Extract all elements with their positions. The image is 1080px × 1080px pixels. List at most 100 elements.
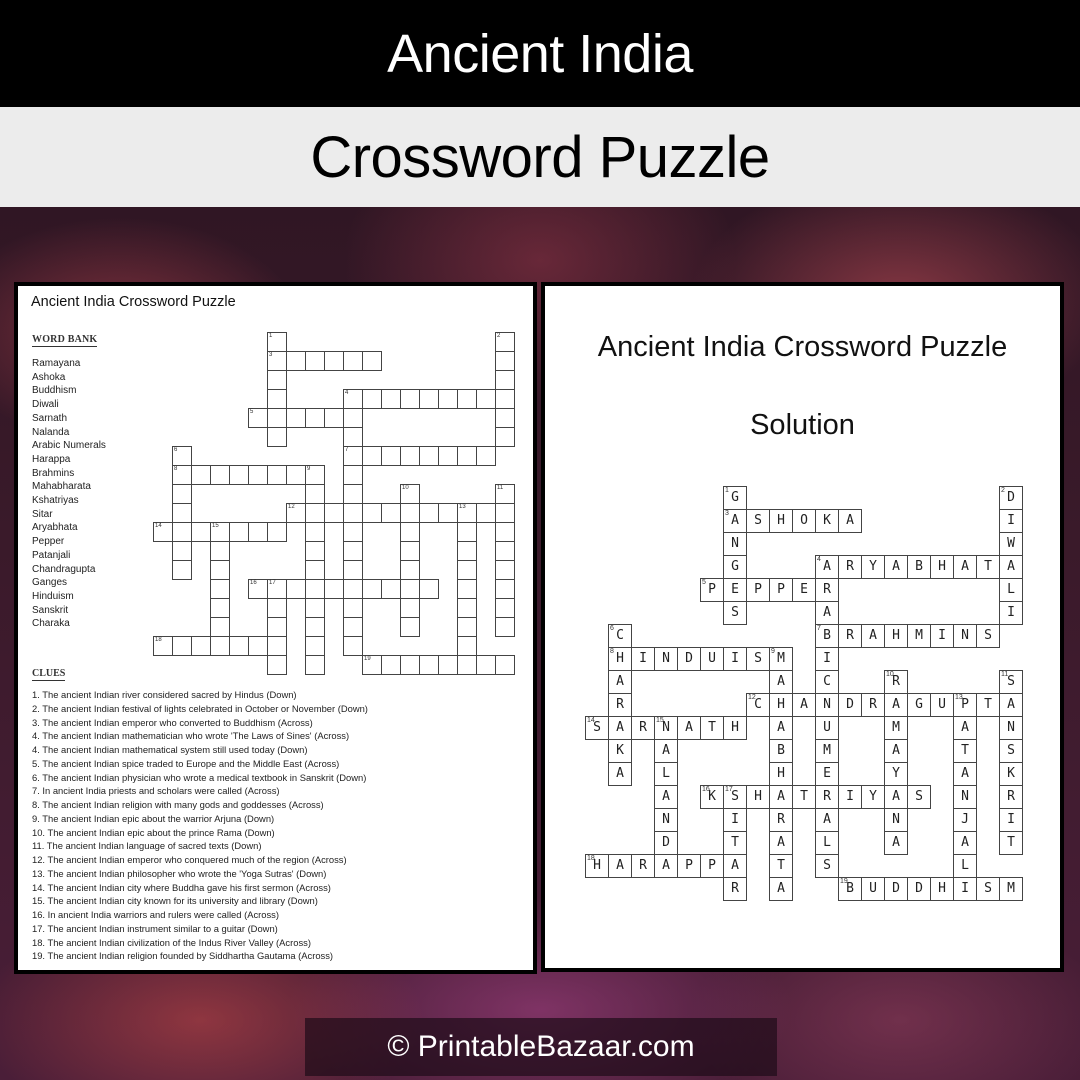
grid-cell[interactable] xyxy=(381,446,401,466)
grid-cell[interactable] xyxy=(343,427,363,447)
grid-cell[interactable] xyxy=(343,351,363,371)
grid-cell[interactable] xyxy=(343,465,363,485)
grid-cell[interactable] xyxy=(267,370,287,390)
grid-cell[interactable] xyxy=(400,541,420,561)
grid-cell[interactable] xyxy=(343,617,363,637)
grid-cell[interactable] xyxy=(343,522,363,542)
grid-cell[interactable] xyxy=(343,636,363,656)
grid-cell[interactable] xyxy=(495,503,515,523)
grid-cell[interactable] xyxy=(267,408,287,428)
grid-cell[interactable] xyxy=(305,598,325,618)
grid-cell[interactable] xyxy=(400,617,420,637)
grid-cell[interactable] xyxy=(305,655,325,675)
grid-cell[interactable] xyxy=(419,446,439,466)
grid-cell[interactable] xyxy=(381,655,401,675)
grid-cell[interactable] xyxy=(172,522,192,542)
grid-cell[interactable] xyxy=(495,522,515,542)
grid-cell[interactable] xyxy=(419,579,439,599)
grid-cell[interactable] xyxy=(400,522,420,542)
grid-cell[interactable] xyxy=(305,408,325,428)
grid-cell[interactable] xyxy=(267,389,287,409)
grid-cell[interactable] xyxy=(495,560,515,580)
grid-cell[interactable]: 13 xyxy=(457,503,477,523)
grid-cell[interactable] xyxy=(476,389,496,409)
grid-cell[interactable] xyxy=(457,522,477,542)
grid-cell[interactable] xyxy=(191,465,211,485)
grid-cell[interactable]: 3 xyxy=(267,351,287,371)
grid-cell[interactable] xyxy=(362,503,382,523)
grid-cell[interactable]: 19 xyxy=(362,655,382,675)
grid-cell[interactable] xyxy=(495,427,515,447)
grid-cell[interactable] xyxy=(267,598,287,618)
grid-cell[interactable]: 14 xyxy=(153,522,173,542)
grid-cell[interactable] xyxy=(305,541,325,561)
grid-cell[interactable]: 8 xyxy=(172,465,192,485)
grid-cell[interactable] xyxy=(324,579,344,599)
grid-cell[interactable] xyxy=(495,655,515,675)
grid-cell[interactable]: 15 xyxy=(210,522,230,542)
grid-cell[interactable] xyxy=(305,617,325,637)
grid-cell[interactable]: 11 xyxy=(495,484,515,504)
grid-cell[interactable] xyxy=(419,389,439,409)
grid-cell[interactable] xyxy=(400,579,420,599)
grid-cell[interactable] xyxy=(172,503,192,523)
grid-cell[interactable] xyxy=(343,560,363,580)
grid-cell[interactable] xyxy=(438,503,458,523)
grid-cell[interactable] xyxy=(248,465,268,485)
grid-cell[interactable] xyxy=(362,446,382,466)
grid-cell[interactable] xyxy=(267,522,287,542)
grid-cell[interactable] xyxy=(191,522,211,542)
grid-cell[interactable] xyxy=(191,636,211,656)
grid-cell[interactable] xyxy=(305,560,325,580)
grid-cell[interactable] xyxy=(343,503,363,523)
grid-cell[interactable] xyxy=(381,389,401,409)
grid-cell[interactable] xyxy=(229,522,249,542)
grid-cell[interactable] xyxy=(305,522,325,542)
grid-cell[interactable]: 18 xyxy=(153,636,173,656)
grid-cell[interactable] xyxy=(305,579,325,599)
grid-cell[interactable] xyxy=(495,351,515,371)
grid-cell[interactable] xyxy=(343,598,363,618)
grid-cell[interactable] xyxy=(457,579,477,599)
grid-cell[interactable] xyxy=(457,655,477,675)
grid-cell[interactable] xyxy=(210,636,230,656)
grid-cell[interactable] xyxy=(286,351,306,371)
grid-cell[interactable] xyxy=(476,446,496,466)
grid-cell[interactable] xyxy=(267,617,287,637)
grid-cell[interactable] xyxy=(457,598,477,618)
grid-cell[interactable] xyxy=(495,370,515,390)
grid-cell[interactable] xyxy=(286,579,306,599)
grid-cell[interactable] xyxy=(305,503,325,523)
grid-cell[interactable] xyxy=(400,655,420,675)
grid-cell[interactable] xyxy=(267,655,287,675)
grid-cell[interactable] xyxy=(495,389,515,409)
grid-cell[interactable] xyxy=(457,636,477,656)
grid-cell[interactable] xyxy=(457,617,477,637)
grid-cell[interactable] xyxy=(324,408,344,428)
grid-cell[interactable] xyxy=(362,579,382,599)
grid-cell[interactable] xyxy=(476,503,496,523)
grid-cell[interactable] xyxy=(362,351,382,371)
grid-cell[interactable]: 10 xyxy=(400,484,420,504)
grid-cell[interactable]: 16 xyxy=(248,579,268,599)
grid-cell[interactable] xyxy=(229,636,249,656)
grid-cell[interactable]: 9 xyxy=(305,465,325,485)
grid-cell[interactable] xyxy=(457,389,477,409)
grid-cell[interactable] xyxy=(381,579,401,599)
grid-cell[interactable] xyxy=(400,389,420,409)
grid-cell[interactable]: 2 xyxy=(495,332,515,352)
grid-cell[interactable] xyxy=(343,579,363,599)
grid-cell[interactable] xyxy=(286,465,306,485)
grid-cell[interactable] xyxy=(210,541,230,561)
grid-cell[interactable] xyxy=(400,503,420,523)
grid-cell[interactable] xyxy=(324,503,344,523)
grid-cell[interactable] xyxy=(286,408,306,428)
grid-cell[interactable] xyxy=(457,446,477,466)
grid-cell[interactable] xyxy=(457,541,477,561)
grid-cell[interactable] xyxy=(210,579,230,599)
grid-cell[interactable] xyxy=(267,427,287,447)
grid-cell[interactable] xyxy=(400,446,420,466)
copyright-text[interactable]: © PrintableBazaar.com xyxy=(387,1030,694,1064)
grid-cell[interactable] xyxy=(495,617,515,637)
grid-cell[interactable] xyxy=(495,408,515,428)
